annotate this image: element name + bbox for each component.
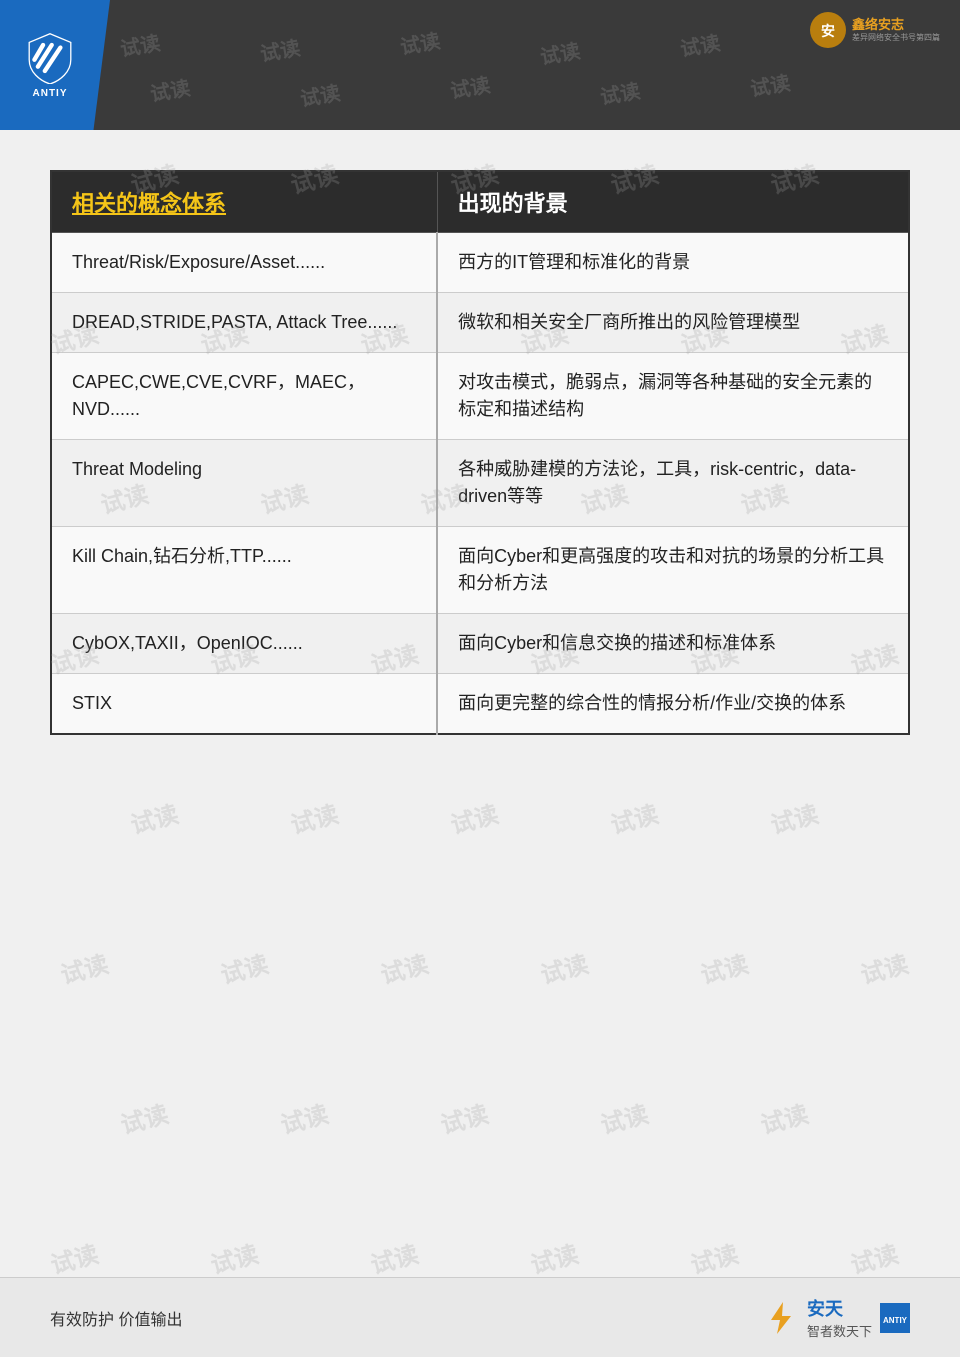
body-watermark-42: 试读: [686, 1234, 741, 1280]
corner-logo-text: 鑫络安志: [852, 17, 940, 33]
footer-tagline: 有效防护 价值输出: [50, 1306, 182, 1330]
header-watermark-8: 试读: [448, 69, 492, 105]
body-watermark-32: 试读: [856, 944, 911, 990]
header-watermark-7: 试读: [298, 77, 342, 113]
corner-logo-icon: 安: [808, 10, 848, 50]
table-row: DREAD,STRIDE,PASTA, Attack Tree......微软和…: [51, 293, 909, 353]
body-watermark-28: 试读: [216, 944, 271, 990]
table-cell-concept: DREAD,STRIDE,PASTA, Attack Tree......: [51, 293, 437, 353]
header-watermark-9: 试读: [598, 75, 642, 111]
body-watermark-23: 试读: [286, 794, 341, 840]
body-watermark-40: 试读: [366, 1234, 421, 1280]
table-header-background: 出现的背景: [437, 171, 909, 233]
body-watermark-39: 试读: [206, 1234, 261, 1280]
logo-shield-icon: [24, 32, 76, 84]
table-cell-background: 面向更完整的综合性的情报分析/作业/交换的体系: [437, 674, 909, 735]
body-watermark-38: 试读: [46, 1234, 101, 1280]
header-watermark-3: 试读: [398, 25, 442, 61]
content-table: 相关的概念体系 出现的背景 Threat/Risk/Exposure/Asset…: [50, 170, 910, 735]
body-watermark-24: 试读: [446, 794, 501, 840]
table-header-concept: 相关的概念体系: [51, 171, 437, 233]
body-watermark-36: 试读: [596, 1094, 651, 1140]
body-watermark-34: 试读: [276, 1094, 331, 1140]
header-watermark-4: 试读: [538, 35, 582, 71]
table-cell-concept: STIX: [51, 674, 437, 735]
footer: 有效防护 价值输出 安天 智者数天下 ANTIY: [0, 1277, 960, 1357]
body-watermark-43: 试读: [846, 1234, 901, 1280]
footer-logo-text: 安天 智者数天下: [807, 1295, 872, 1340]
footer-lightning-icon: [763, 1300, 799, 1336]
table-row: Threat Modeling各种威胁建模的方法论，工具，risk-centri…: [51, 440, 909, 527]
table-cell-concept: CybOX,TAXII，OpenIOC......: [51, 614, 437, 674]
svg-text:安: 安: [821, 23, 835, 39]
body-watermark-25: 试读: [606, 794, 661, 840]
table-row: Threat/Risk/Exposure/Asset......西方的IT管理和…: [51, 233, 909, 293]
corner-logo: 安 鑫络安志 差异网络安全书号第四篇: [808, 10, 940, 50]
logo-area: ANTIY: [0, 0, 110, 130]
body-watermark-27: 试读: [56, 944, 111, 990]
body-watermark-29: 试读: [376, 944, 431, 990]
table-row: CAPEC,CWE,CVE,CVRF，MAEC，NVD......对攻击模式，脆…: [51, 353, 909, 440]
table-cell-background: 面向Cyber和更高强度的攻击和对抗的场景的分析工具和分析方法: [437, 527, 909, 614]
header-watermark-6: 试读: [148, 72, 192, 108]
table-row: Kill Chain,钻石分析,TTP......面向Cyber和更高强度的攻击…: [51, 527, 909, 614]
table-cell-background: 对攻击模式，脆弱点，漏洞等各种基础的安全元素的标定和描述结构: [437, 353, 909, 440]
body-watermark-30: 试读: [536, 944, 591, 990]
table-cell-concept: CAPEC,CWE,CVE,CVRF，MAEC，NVD......: [51, 353, 437, 440]
svg-text:ANTIY: ANTIY: [883, 1316, 908, 1325]
table-cell-background: 西方的IT管理和标准化的背景: [437, 233, 909, 293]
body-watermark-31: 试读: [696, 944, 751, 990]
table-row: STIX面向更完整的综合性的情报分析/作业/交换的体系: [51, 674, 909, 735]
logo-text: ANTIY: [33, 88, 68, 99]
table-row: CybOX,TAXII，OpenIOC......面向Cyber和信息交换的描述…: [51, 614, 909, 674]
table-cell-concept: Kill Chain,钻石分析,TTP......: [51, 527, 437, 614]
header-watermark-5: 试读: [678, 27, 722, 63]
body-watermark-33: 试读: [116, 1094, 171, 1140]
header-watermark-2: 试读: [258, 32, 302, 68]
body-watermark-35: 试读: [436, 1094, 491, 1140]
main-content: 相关的概念体系 出现的背景 Threat/Risk/Exposure/Asset…: [0, 130, 960, 765]
top-right-logo: 安 鑫络安志 差异网络安全书号第四篇: [808, 10, 940, 50]
table-cell-background: 面向Cyber和信息交换的描述和标准体系: [437, 614, 909, 674]
footer-logo-area: 安天 智者数天下 ANTIY: [763, 1295, 910, 1340]
body-watermark-22: 试读: [126, 794, 181, 840]
table-cell-background: 各种威胁建模的方法论，工具，risk-centric，data-driven等等: [437, 440, 909, 527]
table-cell-background: 微软和相关安全厂商所推出的风险管理模型: [437, 293, 909, 353]
body-watermark-26: 试读: [766, 794, 821, 840]
footer-antiy-icon: ANTIY: [880, 1303, 910, 1333]
corner-logo-subtext: 差异网络安全书号第四篇: [852, 33, 940, 43]
body-watermark-41: 试读: [526, 1234, 581, 1280]
header: 试读 试读 试读 试读 试读 试读 试读 试读 试读 试读 ANTIY 安: [0, 0, 960, 130]
body-watermark-37: 试读: [756, 1094, 811, 1140]
table-cell-concept: Threat/Risk/Exposure/Asset......: [51, 233, 437, 293]
header-watermark-1: 试读: [118, 27, 162, 63]
header-watermark-10: 试读: [748, 67, 792, 103]
table-cell-concept: Threat Modeling: [51, 440, 437, 527]
